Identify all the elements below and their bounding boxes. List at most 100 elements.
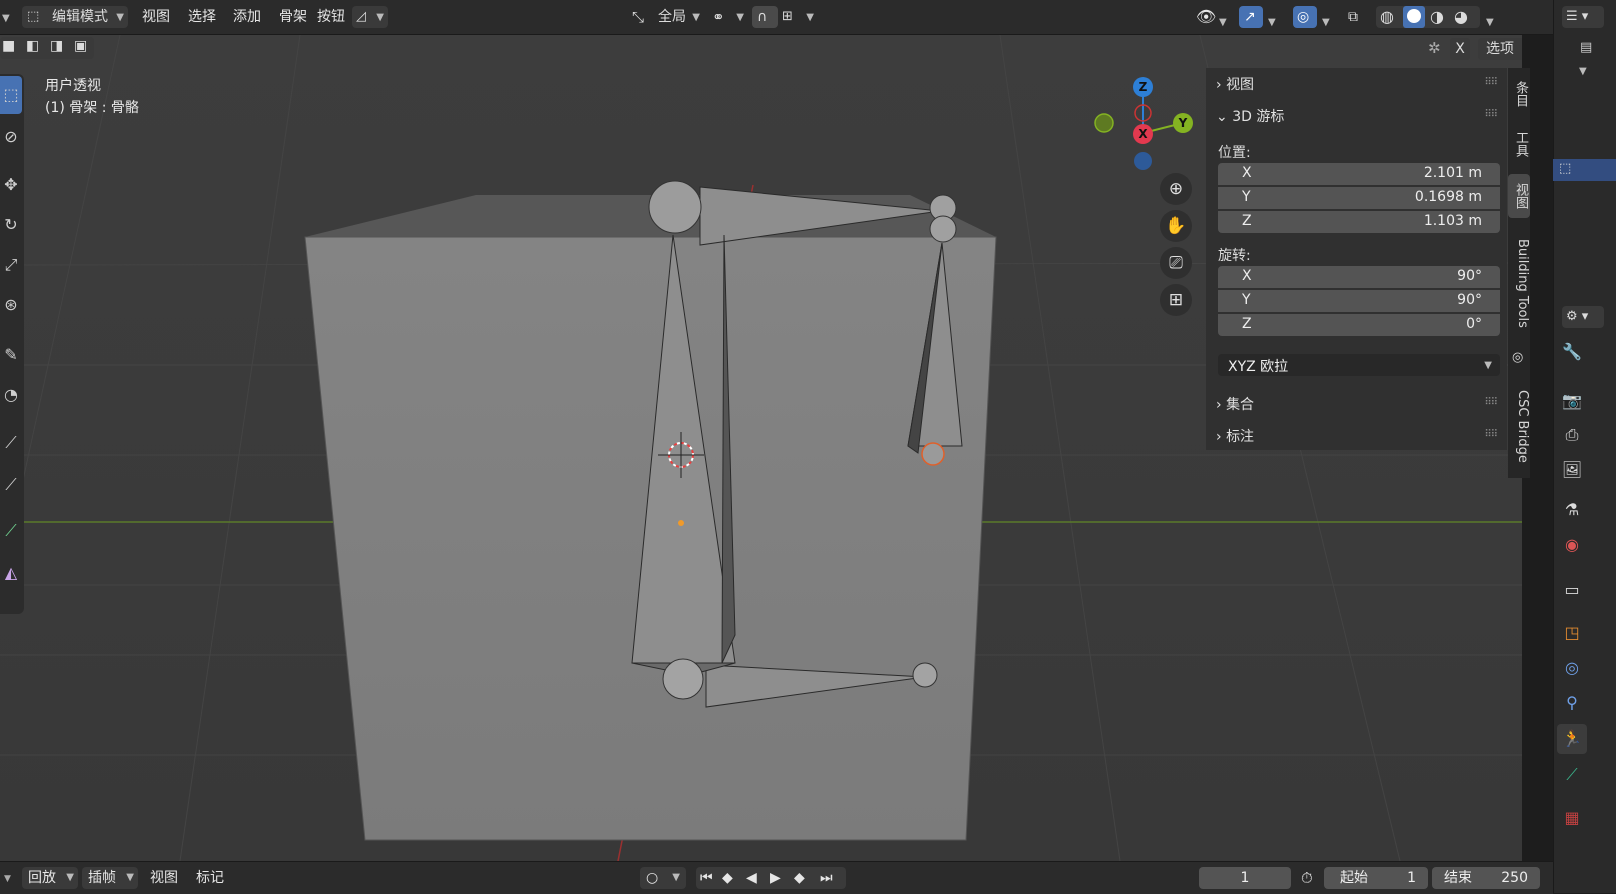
- scale-tool-icon[interactable]: ⤢: [0, 246, 22, 284]
- modifier-icon[interactable]: ◎: [1557, 653, 1587, 683]
- gizmo-z-axis[interactable]: Z: [1133, 77, 1153, 97]
- rotation-z-field[interactable]: Z 0°: [1218, 314, 1500, 336]
- chevron-down-icon[interactable]: ▼: [1268, 12, 1276, 34]
- armature-data-icon[interactable]: 🏃: [1557, 724, 1587, 754]
- selected-outliner-row[interactable]: ⬚: [1553, 159, 1616, 181]
- start-frame-field[interactable]: 起始 1: [1324, 867, 1428, 889]
- material-shading-icon[interactable]: ◑: [1430, 7, 1444, 26]
- annotate-tool-icon[interactable]: ✎: [0, 336, 22, 374]
- end-frame-field[interactable]: 结束 250: [1432, 867, 1540, 889]
- rotation-mode-dropdown[interactable]: XYZ 欧拉 ▼: [1218, 354, 1500, 376]
- bone-size-tool-icon[interactable]: ⟋: [0, 466, 22, 504]
- overlays-toggle[interactable]: ◎: [1293, 6, 1317, 28]
- addon-icon[interactable]: ◎: [1512, 350, 1523, 365]
- xray-icon[interactable]: ⧉: [1348, 6, 1358, 28]
- menu-armature[interactable]: 骨架: [279, 6, 307, 28]
- bone-icon[interactable]: ⟋: [1557, 760, 1587, 790]
- cursor-tool-icon[interactable]: ⊘: [0, 118, 22, 156]
- constraint-icon[interactable]: ⚲: [1557, 688, 1587, 718]
- editor-type-chevron[interactable]: ▼: [2, 6, 10, 28]
- pivot-point-dropdown[interactable]: ⚭ ▼: [710, 6, 746, 28]
- gizmo-toggle[interactable]: ↗: [1239, 6, 1263, 28]
- mode-selector[interactable]: ⬚ 编辑模式 ▼: [22, 6, 128, 28]
- menu-add[interactable]: 添加: [233, 6, 261, 28]
- select-box-icon[interactable]: ⬚: [0, 76, 22, 114]
- play-reverse-icon[interactable]: ◀: [746, 867, 757, 889]
- shear-tool-icon[interactable]: ◭: [0, 554, 22, 592]
- scene-collection-icon[interactable]: ▤: [1580, 40, 1592, 55]
- select-extend-icon[interactable]: ◧: [26, 38, 39, 54]
- selection-mode-dropdown[interactable]: ◿ ▼: [352, 6, 388, 28]
- render-icon[interactable]: 📷: [1557, 386, 1587, 416]
- pan-hand-icon[interactable]: ✋: [1160, 210, 1192, 242]
- chevron-down-icon[interactable]: ▼: [1579, 66, 1587, 77]
- visibility-eye-icon[interactable]: 👁: [1196, 6, 1216, 28]
- rotation-x-field[interactable]: X 90°: [1218, 266, 1500, 288]
- playback-menu[interactable]: 回放 ▼: [22, 867, 78, 889]
- drag-grip-icon[interactable]: ⠿⠿: [1484, 77, 1498, 88]
- select-new-icon[interactable]: ■: [2, 38, 15, 54]
- drag-grip-icon[interactable]: ⠿⠿: [1484, 397, 1498, 408]
- menu-button[interactable]: 按钮: [317, 6, 345, 28]
- tab-view[interactable]: 视图: [1508, 174, 1530, 218]
- gizmo-x-axis[interactable]: X: [1133, 124, 1153, 144]
- snap-toggle[interactable]: ∩: [752, 6, 778, 28]
- chevron-down-icon[interactable]: ▼: [1219, 12, 1227, 34]
- zoom-icon[interactable]: ⊕: [1160, 173, 1192, 205]
- view-layer-icon[interactable]: 🖼: [1557, 455, 1587, 485]
- measure-tool-icon[interactable]: ◔: [0, 376, 22, 414]
- location-z-field[interactable]: Z 1.103 m: [1218, 211, 1500, 233]
- xray-button[interactable]: X: [1450, 38, 1470, 60]
- drag-grip-icon[interactable]: ⠿⠿: [1484, 109, 1498, 120]
- collection-icon[interactable]: ▭: [1557, 575, 1587, 605]
- move-tool-icon[interactable]: ✥: [0, 166, 22, 204]
- keying-menu[interactable]: 插帧 ▼: [82, 867, 138, 889]
- location-y-field[interactable]: Y 0.1698 m: [1218, 187, 1500, 209]
- camera-view-icon[interactable]: ⎚: [1160, 247, 1192, 279]
- options-dropdown[interactable]: 选项 ▼: [1478, 38, 1522, 60]
- wireframe-shading-icon[interactable]: ◍: [1380, 7, 1394, 26]
- snap-target-dropdown[interactable]: ⊞ ▼: [780, 6, 816, 28]
- object-icon[interactable]: ◳: [1557, 618, 1587, 648]
- transform-orientation[interactable]: ⤡ 全局 ▼: [628, 6, 702, 28]
- collection-section[interactable]: › 集合: [1216, 394, 1254, 414]
- roll-tool-icon[interactable]: ⟋: [0, 424, 22, 462]
- printer-icon[interactable]: ⎙: [1557, 420, 1587, 450]
- drag-grip-icon[interactable]: ⠿⠿: [1484, 429, 1498, 440]
- select-invert-icon[interactable]: ▣: [74, 38, 87, 54]
- jump-end-icon[interactable]: ⏭: [820, 867, 833, 889]
- chevron-down-icon[interactable]: ▼: [1486, 12, 1494, 34]
- rotate-tool-icon[interactable]: ↻: [0, 206, 22, 244]
- solid-shading-icon[interactable]: [1403, 6, 1425, 28]
- properties-editor-icon[interactable]: ⚙ ▾: [1562, 306, 1604, 328]
- next-keyframe-icon[interactable]: ◆: [794, 867, 805, 889]
- jump-start-icon[interactable]: ⏮: [700, 867, 713, 889]
- extrude-tool-icon[interactable]: ⟋: [0, 512, 22, 550]
- object-gizmo-icon[interactable]: ✲: [1428, 39, 1441, 57]
- outliner-icon[interactable]: ☰ ▾: [1562, 6, 1604, 28]
- rendered-shading-icon[interactable]: ◕: [1454, 7, 1468, 26]
- tab-csc-bridge[interactable]: CSC Bridge: [1508, 378, 1530, 474]
- perspective-grid-icon[interactable]: ⊞: [1160, 284, 1192, 316]
- gizmo-y-axis[interactable]: Y: [1173, 113, 1193, 133]
- menu-select[interactable]: 选择: [188, 6, 216, 28]
- annotation-section[interactable]: › 标注: [1216, 426, 1254, 446]
- chevron-down-icon[interactable]: ▼: [4, 874, 11, 884]
- timeline-marker-menu[interactable]: 标记: [196, 867, 224, 889]
- world-icon[interactable]: ◉: [1557, 530, 1587, 560]
- stopwatch-icon[interactable]: ⏱: [1301, 867, 1313, 889]
- scene-icon[interactable]: ⚗: [1557, 495, 1587, 525]
- prev-keyframe-icon[interactable]: ◆: [722, 867, 733, 889]
- transform-tool-icon[interactable]: ⊛: [0, 286, 22, 324]
- timeline-view-menu[interactable]: 视图: [150, 867, 178, 889]
- tab-building-tools[interactable]: Building Tools: [1508, 228, 1530, 338]
- play-icon[interactable]: ▶: [770, 867, 781, 889]
- rotation-y-field[interactable]: Y 90°: [1218, 290, 1500, 312]
- texture-icon[interactable]: ▦: [1557, 803, 1587, 833]
- auto-keying-toggle[interactable]: ○ ▼: [640, 867, 686, 889]
- wrench-icon[interactable]: 🔧: [1557, 337, 1587, 367]
- chevron-down-icon[interactable]: ▼: [1322, 12, 1330, 34]
- select-subtract-icon[interactable]: ◨: [50, 38, 63, 54]
- location-x-field[interactable]: X 2.101 m: [1218, 163, 1500, 185]
- tab-tool[interactable]: 工具: [1508, 124, 1530, 164]
